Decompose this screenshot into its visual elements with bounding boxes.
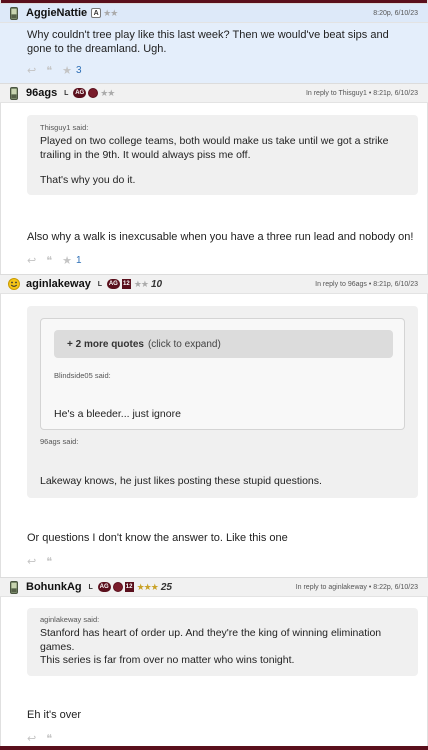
post-actions: ↩ ❝ (27, 732, 62, 745)
post-aggienattie: AggieNattie A ★★ 8:20p, 6/10/23 Why coul… (0, 3, 428, 83)
star-count[interactable]: 3 (76, 65, 82, 76)
quote-author[interactable]: Thisguy1 said: (40, 123, 88, 132)
post-text: Also why a walk is inexcusable when you … (27, 231, 414, 243)
star-count[interactable]: 1 (76, 255, 82, 266)
rank-number: 10 (150, 278, 163, 290)
quote-text: Lakeway knows, he just likes posting the… (40, 475, 322, 487)
post-bohunkag: BohunkAg L AG 12 ★★★ 25 In reply to agin… (0, 577, 428, 750)
post-96ags: 96ags L AG ★★ In reply to Thisguy1 • 8:2… (0, 83, 428, 273)
twelfth-man-badge: 12 (121, 279, 131, 289)
ag-badge: AG (73, 88, 87, 98)
star-icon[interactable]: ★ (62, 254, 72, 267)
star-icon[interactable]: ★ (62, 64, 72, 77)
post-header: BohunkAg L AG 12 ★★★ 25 In reply to agin… (0, 577, 428, 597)
nested-quote-block: + 2 more quotes (click to expand) Blinds… (40, 318, 405, 430)
expand-quotes-hint: (click to expand) (147, 338, 221, 350)
reply-icon[interactable]: ↩ (27, 64, 36, 77)
post-header: AggieNattie A ★★ 8:20p, 6/10/23 (0, 3, 428, 23)
post-header: aginlakeway L AG 12 ★★ 10 In reply to 96… (0, 274, 428, 294)
post-reply-meta[interactable]: In reply to aginlakeway • 8:22p, 6/10/23 (296, 584, 418, 591)
expand-quotes-button[interactable]: + 2 more quotes (click to expand) (54, 330, 393, 358)
quote-icon[interactable]: ❝ (46, 555, 52, 568)
post-aginlakeway: aginlakeway L AG 12 ★★ 10 In reply to 96… (0, 274, 428, 576)
reply-icon[interactable]: ↩ (27, 732, 36, 745)
phone-icon[interactable] (8, 6, 20, 20)
quote-text: Played on two college teams, both would … (40, 135, 389, 161)
quote-icon[interactable]: ❝ (46, 254, 52, 267)
seal-icon (88, 88, 99, 98)
post-actions: ↩ ❝ ★ 1 (27, 254, 92, 267)
post-reply-meta[interactable]: In reply to Thisguy1 • 8:21p, 6/10/23 (306, 90, 418, 97)
username[interactable]: AggieNattie (26, 7, 87, 19)
post-actions: ↩ ❝ ★ 3 (27, 64, 92, 77)
ag-badge: AG (106, 279, 120, 289)
seal-icon (112, 582, 123, 592)
bottom-accent-bar (0, 746, 428, 750)
post-timestamp[interactable]: 8:20p, 6/10/23 (373, 10, 418, 17)
quote-text: He's a bleeder... just ignore (54, 408, 181, 420)
l-badge: L (88, 583, 93, 591)
quote-author[interactable]: Blindside05 said: (54, 371, 111, 380)
rating-stars: ★★ (133, 278, 149, 289)
quote-block: + 2 more quotes (click to expand) Blinds… (27, 306, 418, 498)
rating-stars: ★★ (100, 87, 115, 98)
a-badge: A (91, 8, 102, 18)
quote-icon[interactable]: ❝ (46, 732, 52, 745)
ag-badge: AG (97, 582, 111, 592)
post-text: Eh it's over (27, 709, 82, 721)
smiley-icon[interactable] (8, 277, 20, 291)
quote-text: This series is far from over no matter w… (40, 654, 295, 666)
quote-icon[interactable]: ❝ (46, 64, 52, 77)
rating-stars: ★★ (103, 7, 118, 18)
post-header: 96ags L AG ★★ In reply to Thisguy1 • 8:2… (0, 83, 428, 103)
quote-author[interactable]: aginlakeway said: (40, 615, 99, 624)
post-text: Or questions I don't know the answer to.… (27, 532, 288, 544)
quote-text: Stanford has heart of order up. And they… (40, 627, 382, 653)
username[interactable]: BohunkAg (26, 581, 82, 593)
quote-text: That's why you do it. (40, 174, 136, 186)
username[interactable]: 96ags (26, 87, 57, 99)
phone-icon[interactable] (8, 580, 20, 594)
phone-icon[interactable] (8, 86, 20, 100)
reply-icon[interactable]: ↩ (27, 555, 36, 568)
expand-quotes-label: + 2 more quotes (67, 338, 144, 350)
twelfth-man-badge: 12 (124, 582, 134, 592)
post-reply-meta[interactable]: In reply to 96ags • 8:21p, 6/10/23 (315, 281, 418, 288)
l-badge: L (64, 89, 69, 97)
l-badge: L (97, 280, 102, 288)
quote-author[interactable]: 96ags said: (40, 437, 78, 446)
username[interactable]: aginlakeway (26, 278, 91, 290)
post-text: Why couldn't tree play like this last we… (27, 29, 389, 55)
rank-number: 25 (160, 581, 172, 593)
reply-icon[interactable]: ↩ (27, 254, 36, 267)
quote-block: Thisguy1 said: Played on two college tea… (27, 115, 418, 195)
quote-block: aginlakeway said: Stanford has heart of … (27, 608, 418, 676)
rating-stars: ★★★ (136, 581, 159, 592)
post-actions: ↩ ❝ (27, 555, 62, 568)
